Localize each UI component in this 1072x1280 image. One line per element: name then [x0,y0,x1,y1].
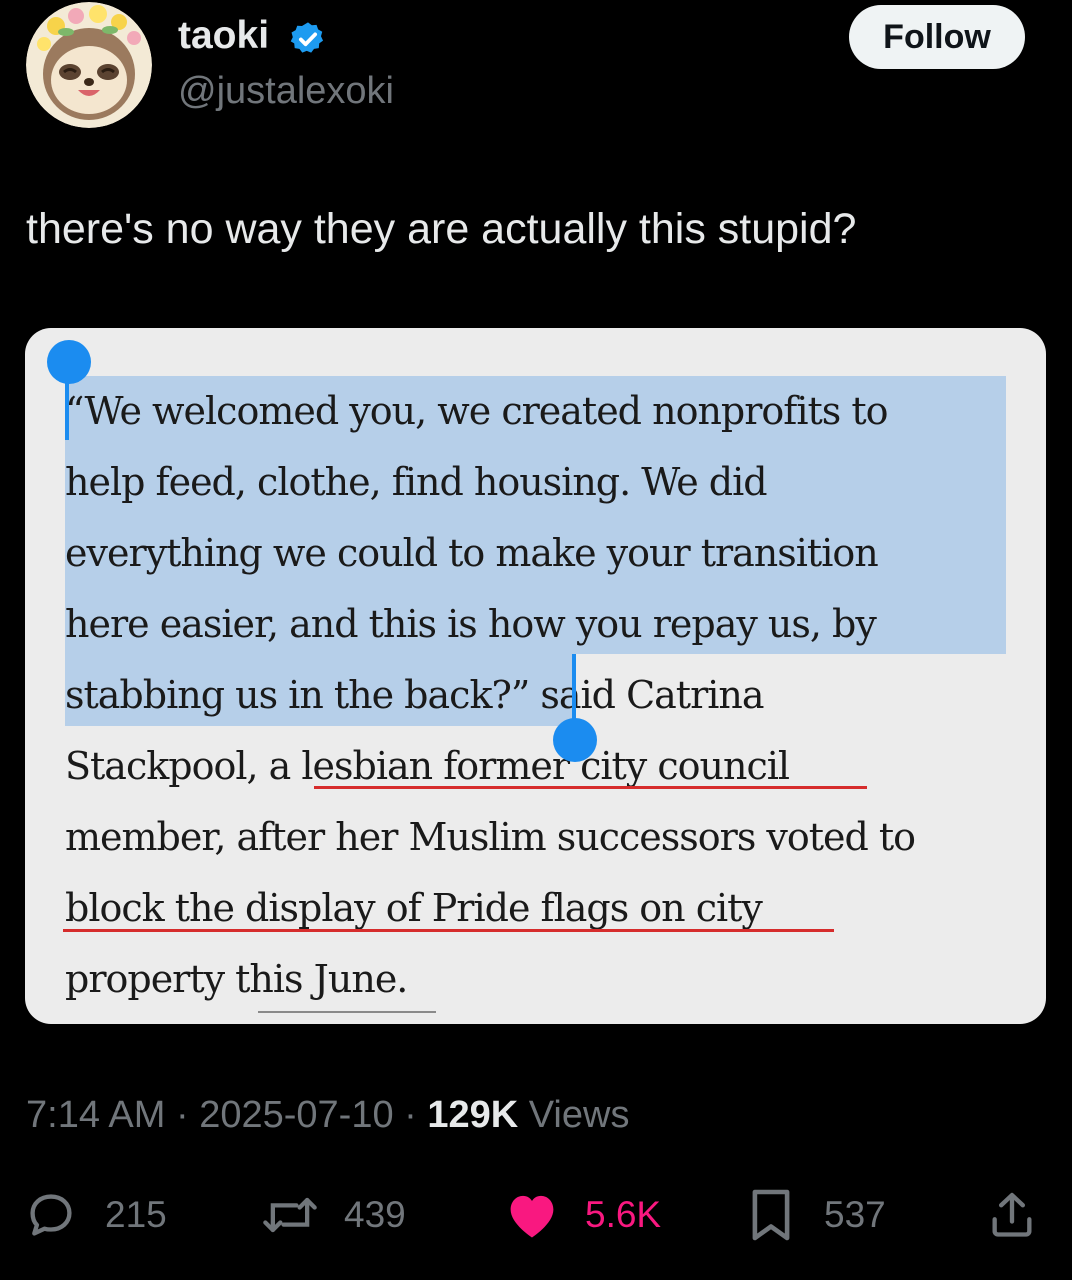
views-count: 129K [427,1094,519,1136]
selection-end-cursor [572,654,576,724]
follow-button[interactable]: Follow [849,5,1025,69]
article-line: Stackpool, a lesbian former city council [65,744,790,788]
red-underline [314,786,867,789]
selection-end-handle[interactable] [553,718,597,762]
verified-badge-icon [290,22,324,53]
article-line: here easier, and this is how you repay u… [65,602,877,646]
like-count: 5.6K [585,1194,662,1235]
article-line: everything we could to make your transit… [65,531,879,575]
bookmark-count: 537 [824,1194,886,1235]
bookmark-button[interactable]: 537 [748,1180,886,1250]
views-label: Views [518,1094,630,1136]
article-line-selected: stabbing us in the back?” [65,673,530,717]
tweet-meta: 7:14 AM · 2025-07-10 · 129K Views [26,1094,629,1137]
tweet-header: taoki @justalexoki Follow [0,0,1072,150]
bookmark-icon [752,1189,790,1241]
article-line-unselected: said Catrina [529,673,764,717]
article-line: member, after her Muslim successors vote… [65,815,916,859]
article-screenshot[interactable]: “We welcomed you, we created nonprofits … [25,328,1046,1024]
article-quote: “We welcomed you, we created nonprofits … [65,376,1025,1015]
tweet-text: there's no way they are actually this st… [26,205,857,253]
article-line: block the display of Pride flags on city [65,886,763,930]
reply-icon [30,1194,72,1236]
tweet-date[interactable]: 2025-07-10 [199,1094,393,1136]
like-button[interactable]: 5.6K [505,1180,661,1250]
share-button[interactable] [986,1180,1038,1250]
selection-start-handle[interactable] [47,340,91,384]
meta-separator: · [165,1094,200,1136]
repost-icon [263,1197,317,1233]
link-underline [258,1011,436,1013]
meta-separator: · [393,1094,428,1136]
action-bar: 215 439 5.6K 537 [0,1180,1072,1250]
reply-button[interactable]: 215 [25,1180,167,1250]
article-line: help feed, clothe, find housing. We did [65,460,768,504]
reply-count: 215 [105,1194,167,1235]
tweet-time[interactable]: 7:14 AM [26,1094,165,1136]
article-line: stabbing us in the back?” said Catrina [65,660,1025,731]
heart-filled-icon [510,1195,554,1238]
share-icon [992,1192,1032,1237]
article-line: “We welcomed you, we created nonprofits … [65,389,889,433]
display-name[interactable]: taoki [178,14,269,58]
user-handle[interactable]: @justalexoki [178,70,394,113]
avatar[interactable] [26,2,152,128]
article-line: property this June. [65,957,408,1001]
repost-count: 439 [344,1194,406,1235]
sloth-avatar-icon [26,2,152,128]
repost-button[interactable]: 439 [260,1180,406,1250]
red-underline [63,929,834,932]
